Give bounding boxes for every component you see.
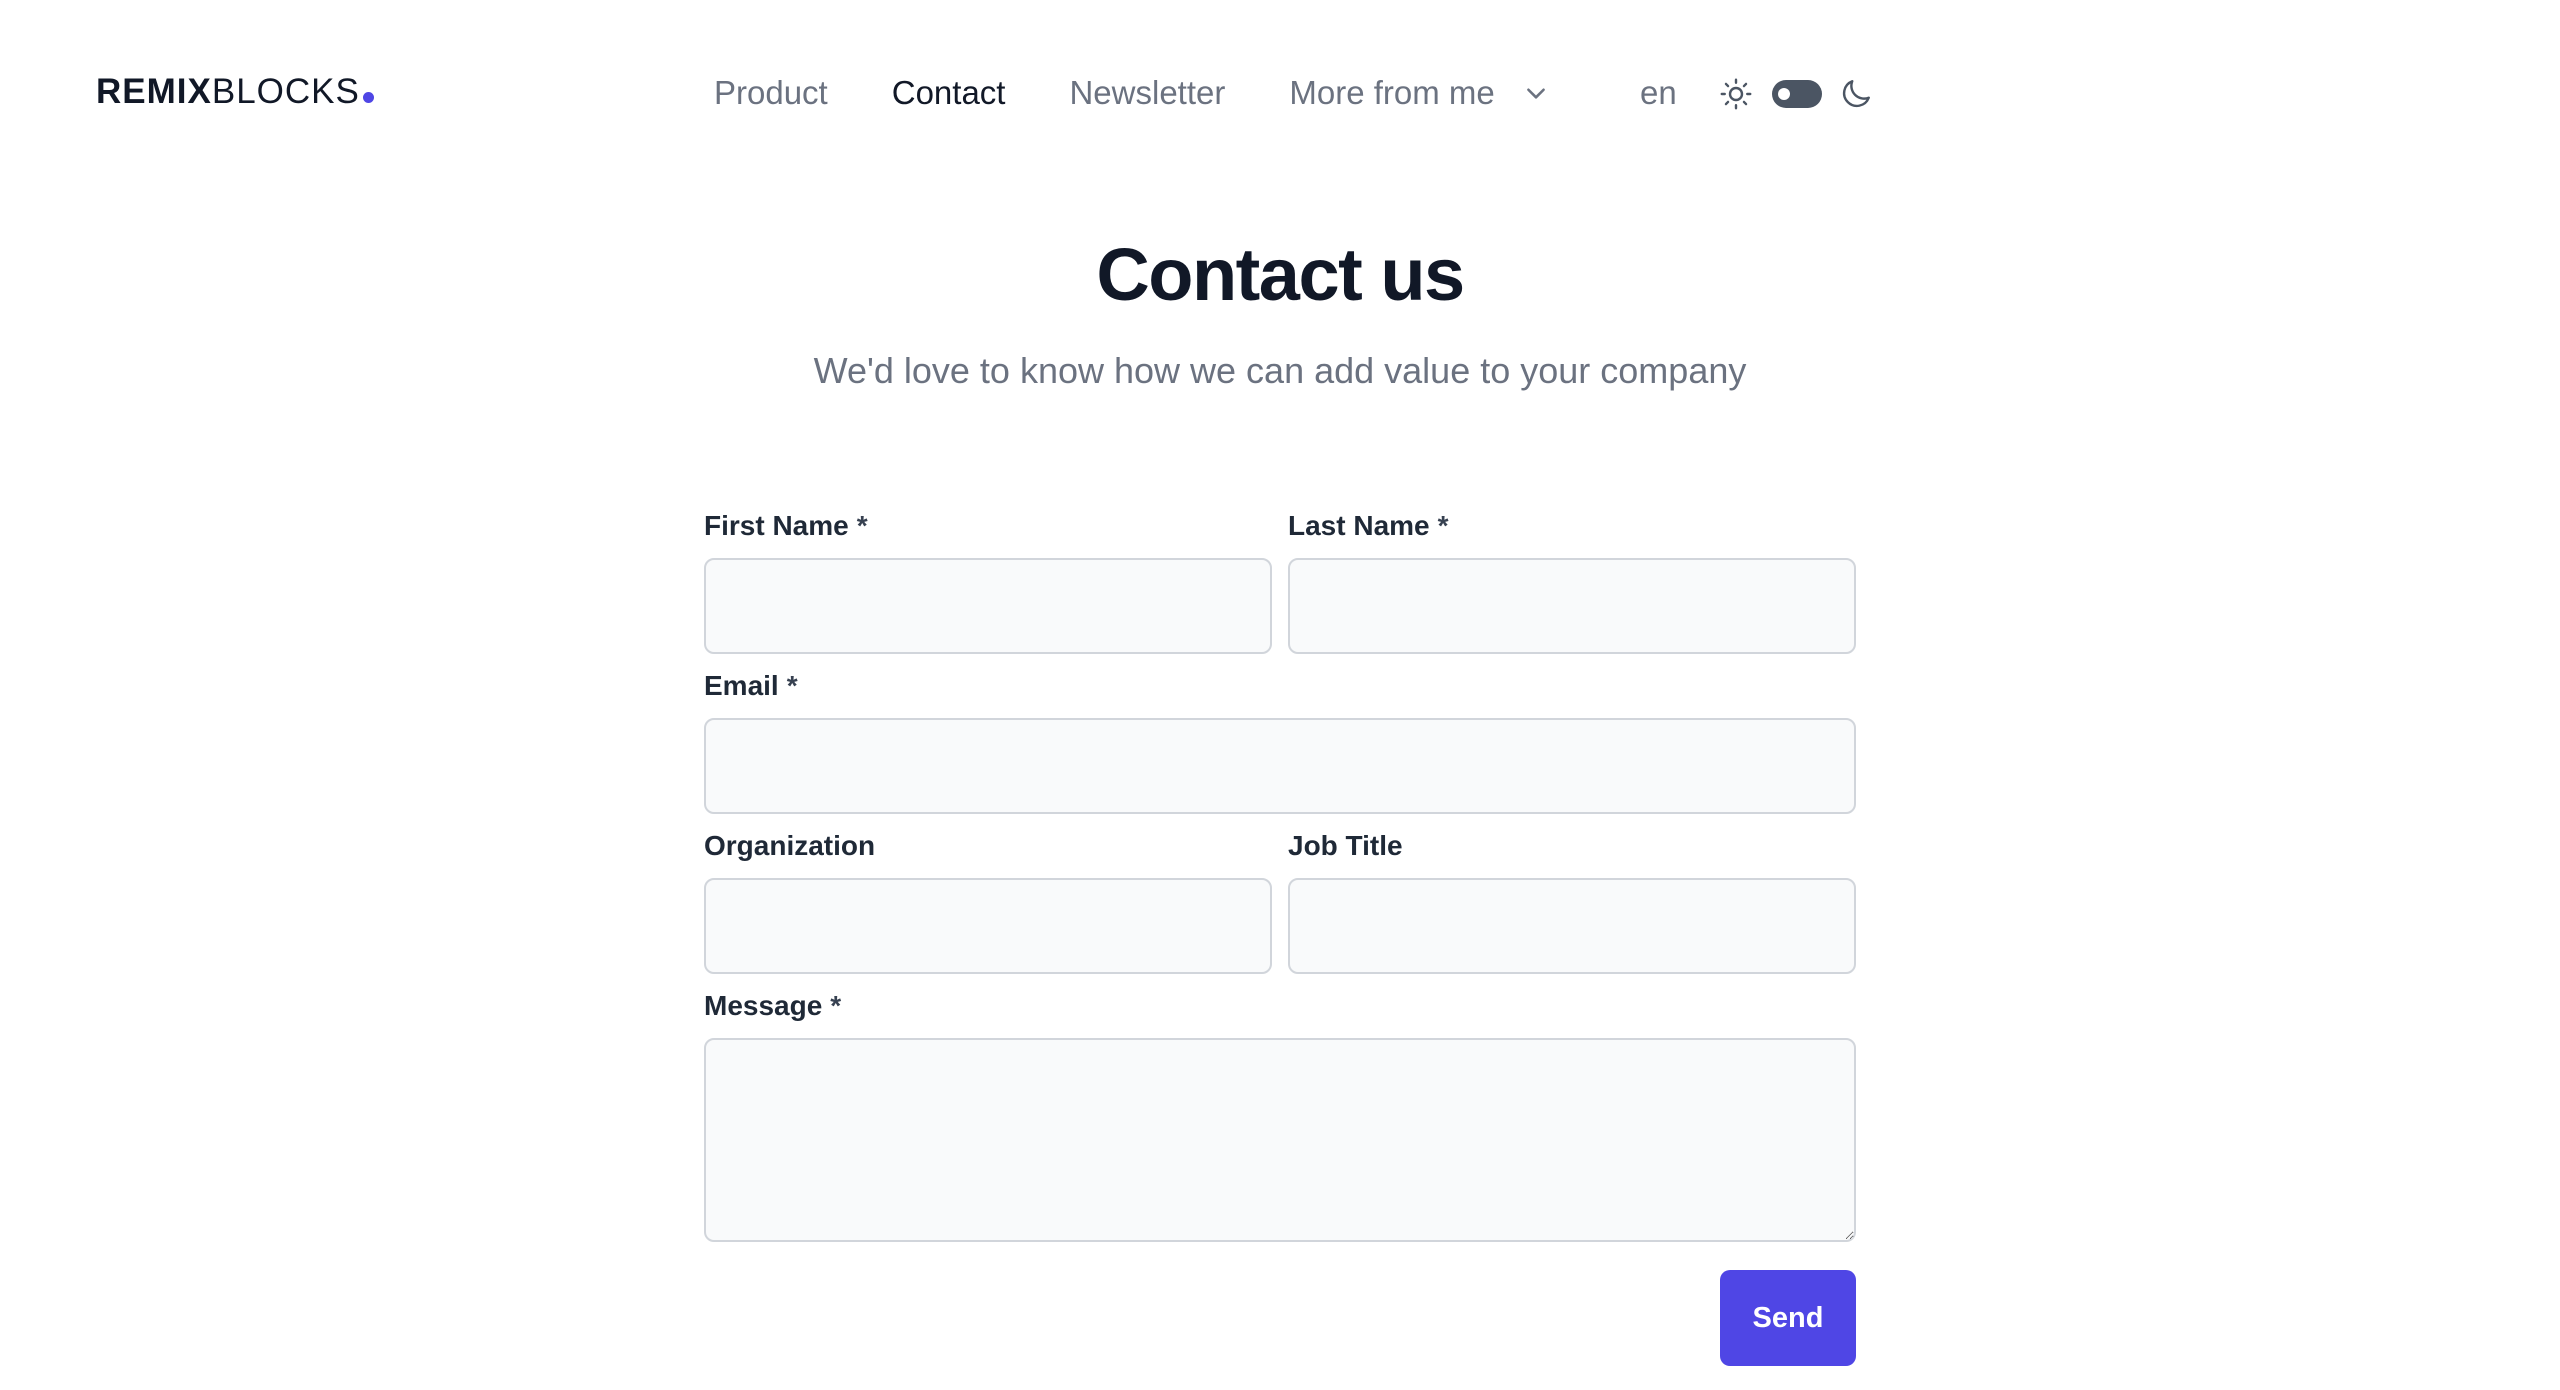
required-mark: * <box>856 510 868 541</box>
logo-dot-icon <box>362 92 374 103</box>
main-nav: Product Contact Newsletter More from me <box>714 70 1549 116</box>
send-button[interactable]: Send <box>1720 1270 1856 1366</box>
logo-light-text: BLOCKS <box>211 72 360 111</box>
message-textarea[interactable] <box>704 1038 1856 1242</box>
last-name-input[interactable] <box>1288 558 1856 654</box>
last-name-label: Last Name * <box>1288 510 1449 542</box>
moon-icon <box>1838 76 1874 112</box>
site-header: REMIX BLOCKS Product Contact Newsletter M… <box>0 0 2560 190</box>
first-name-label: First Name * <box>704 510 868 542</box>
required-mark: * <box>830 990 842 1021</box>
nav-link-contact[interactable]: Contact <box>892 74 1006 112</box>
organization-input[interactable] <box>704 878 1272 974</box>
theme-switcher <box>1718 74 1874 114</box>
more-from-me-dropdown[interactable]: More from me <box>1289 74 1548 112</box>
message-label: Message * <box>704 990 841 1022</box>
organization-label: Organization <box>704 830 876 861</box>
email-label-text: Email <box>704 670 779 701</box>
nav-link-newsletter[interactable]: Newsletter <box>1069 74 1225 112</box>
email-input[interactable] <box>704 718 1856 814</box>
page-subtitle: We'd love to know how we can add value t… <box>813 350 1747 391</box>
toggle-knob <box>1778 88 1790 100</box>
last-name-label-text: Last Name <box>1288 510 1430 541</box>
job-title-input[interactable] <box>1288 878 1856 974</box>
required-mark: * <box>786 670 798 701</box>
first-name-label-text: First Name <box>704 510 849 541</box>
sun-icon <box>1718 76 1754 112</box>
first-name-input[interactable] <box>704 558 1272 654</box>
chevron-down-icon <box>1523 80 1549 106</box>
required-mark: * <box>1437 510 1449 541</box>
job-title-label: Job Title <box>1288 830 1403 861</box>
nav-link-product[interactable]: Product <box>714 74 828 112</box>
page-title: Contact us <box>1096 233 1465 316</box>
email-label: Email * <box>704 670 798 702</box>
message-label-text: Message <box>704 990 823 1021</box>
logo-bold-text: REMIX <box>96 72 212 111</box>
more-from-me-label: More from me <box>1289 74 1495 111</box>
theme-toggle[interactable] <box>1772 80 1822 108</box>
brand-logo[interactable]: REMIX BLOCKS <box>96 72 374 112</box>
language-selector[interactable]: en <box>1640 70 1677 116</box>
page-bottom-edge <box>0 1370 2560 1390</box>
